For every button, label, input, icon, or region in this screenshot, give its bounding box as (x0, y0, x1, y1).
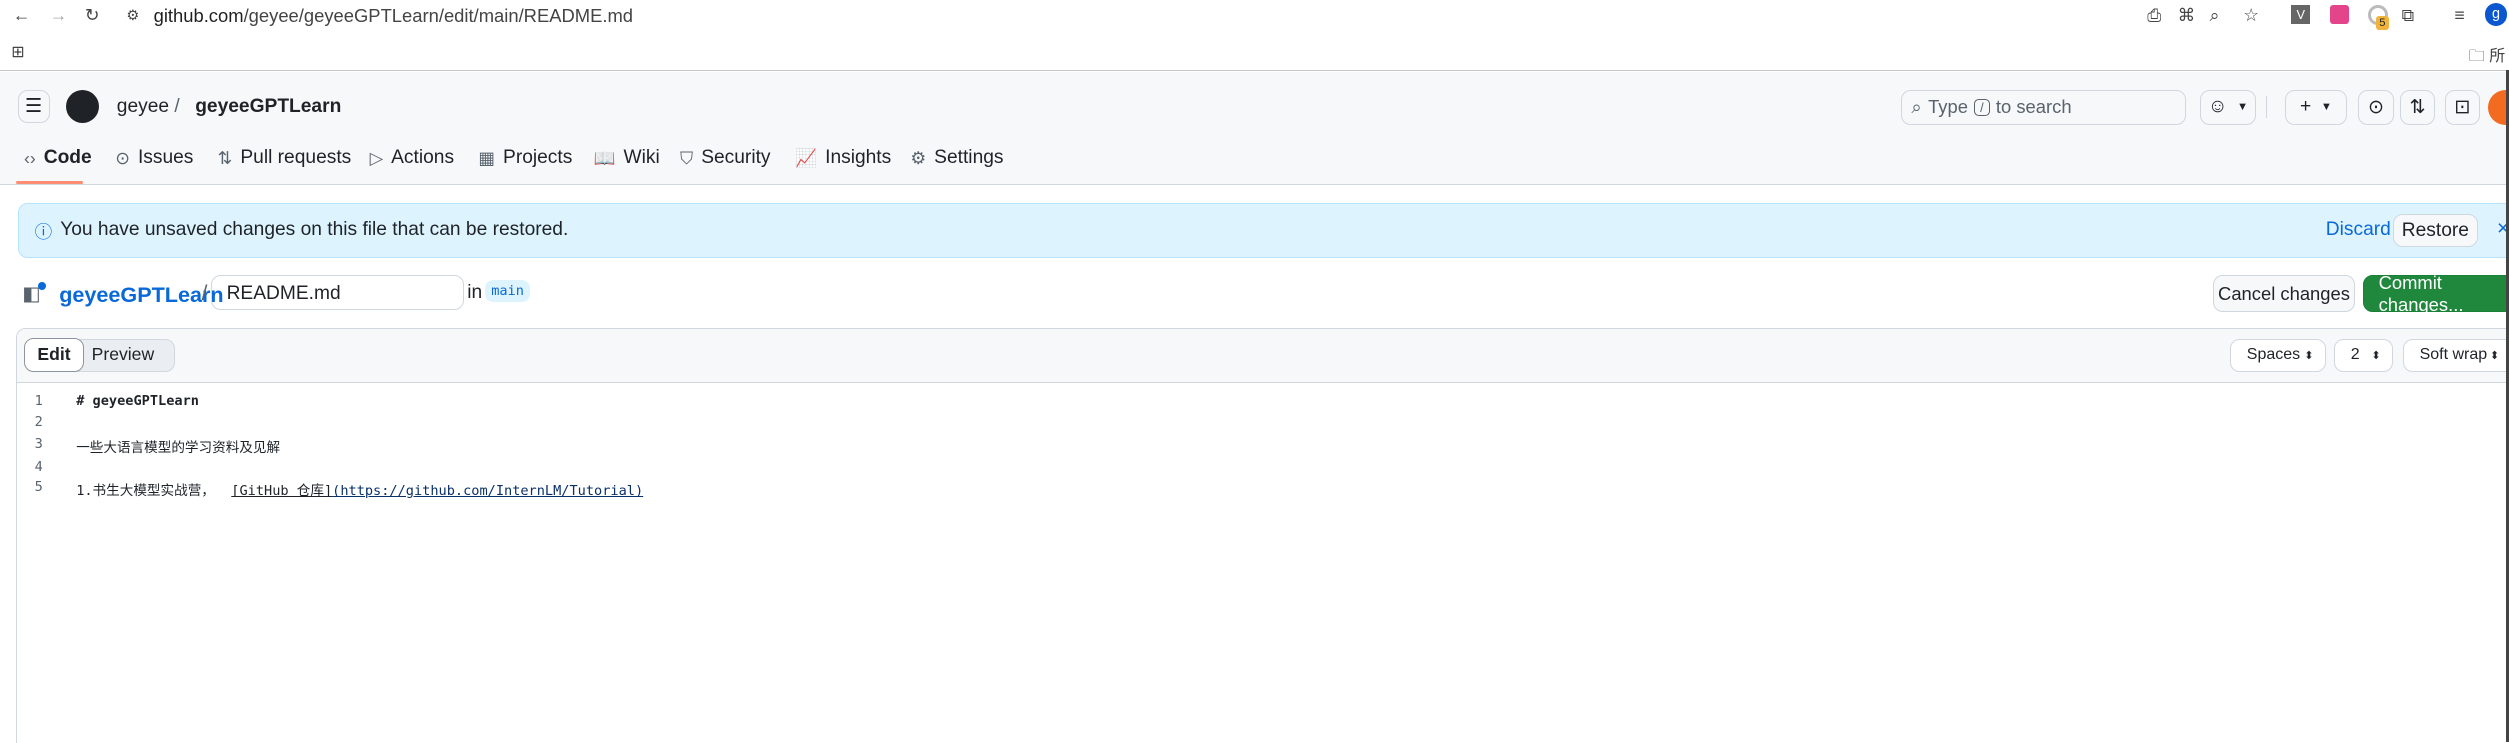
shield-icon: ⛉ (680, 147, 694, 168)
chevron-down-icon: ▼ (2320, 101, 2332, 114)
tab-settings[interactable]: ⚙ Settings (910, 147, 1003, 169)
info-icon: ⓘ (34, 221, 53, 242)
media-icon[interactable]: ≡ (2454, 5, 2464, 26)
filename-input[interactable]: README.md (211, 275, 464, 311)
tab-issues[interactable]: ⊙ Issues (115, 147, 193, 169)
back-icon[interactable]: ← (13, 5, 31, 26)
translate-icon[interactable]: ⌘ (2178, 5, 2196, 26)
tab-code[interactable]: ‹› Code (24, 147, 92, 169)
book-icon: 📖 (593, 147, 616, 168)
extension-translate-icon[interactable] (2329, 4, 2349, 24)
select-arrows-icon: ⬍ (2489, 349, 2500, 362)
search-icon: ⌕ (1911, 96, 1922, 118)
restore-button[interactable]: Restore (2392, 213, 2478, 248)
editor-toolbar: Edit Preview Spaces ⬍ 2 ⬍ Soft wrap ⬍ (17, 329, 2509, 383)
site-settings-icon[interactable]: ⚙ (126, 8, 139, 24)
indent-mode-select[interactable]: Spaces ⬍ (2229, 338, 2326, 373)
active-tab-underline (16, 180, 84, 184)
table-icon: ▦ (478, 147, 496, 168)
extensions-puzzle-icon[interactable]: ⧉ (2402, 5, 2415, 26)
pull-request-icon: ⇅ (217, 147, 233, 168)
search-input[interactable]: ⌕ Type / to search (1900, 89, 2186, 125)
forward-icon[interactable]: → (50, 5, 68, 26)
discard-link[interactable]: Discard (2326, 219, 2391, 241)
extension-badge: 5 (2376, 16, 2389, 31)
copilot-icon: ☺ (2207, 96, 2228, 118)
inbox-icon: ⊡ (2454, 97, 2471, 119)
select-arrows-icon: ⬍ (2371, 349, 2381, 362)
edit-tab[interactable]: Edit (24, 338, 84, 372)
in-label: in (467, 281, 483, 303)
graph-icon: 📈 (795, 147, 818, 168)
install-app-icon[interactable]: ⎙ (2147, 5, 2161, 26)
play-icon: ▷ (369, 147, 384, 168)
path-separator: / (174, 96, 180, 117)
pull-request-icon: ⇅ (2409, 97, 2426, 119)
line-number: 4 (34, 458, 43, 475)
preview-tab[interactable]: Preview (92, 344, 155, 365)
code-icon: ‹› (24, 147, 36, 168)
commit-changes-button[interactable]: Commit changes... (2363, 272, 2509, 315)
profile-avatar[interactable]: g (2484, 3, 2508, 26)
tab-actions[interactable]: ▷ Actions (370, 147, 454, 169)
banner-message: You have unsaved changes on this file th… (60, 218, 569, 240)
repo-breadcrumb-link[interactable]: geyeeGPTLearn (59, 282, 223, 308)
tab-wiki[interactable]: 📖 Wiki (594, 147, 660, 169)
reload-icon[interactable]: ↻ (85, 5, 100, 26)
line-number: 1 (34, 393, 43, 409)
issue-icon: ⊙ (2367, 97, 2385, 119)
line-number: 3 (34, 436, 43, 453)
extension-v-icon[interactable]: V (2291, 4, 2311, 24)
code-editor: Edit Preview Spaces ⬍ 2 ⬍ Soft wrap ⬍ 1 # ge… (16, 328, 2509, 743)
code-line[interactable]: # geyeeGPTLearn (76, 393, 199, 409)
wrap-mode-select[interactable]: Soft wrap ⬍ (2402, 338, 2509, 373)
repo-link[interactable]: geyeeGPTLearn (195, 96, 341, 118)
tab-pull-requests[interactable]: ⇅ Pull requests (218, 147, 352, 169)
hamburger-icon: ☰ (24, 96, 43, 118)
inbox-button[interactable]: ⊡ (2444, 89, 2480, 125)
browser-toolbar: ← → ↻ ⚙ github.com/geyee/geyeeGPTLearn/e… (0, 0, 2509, 95)
edit-preview-toggle: Edit Preview (24, 338, 176, 373)
line-number: 5 (34, 479, 43, 496)
pull-requests-button[interactable]: ⇅ (2400, 89, 2436, 125)
indent-size-select[interactable]: 2 ⬍ (2333, 338, 2393, 373)
menu-button[interactable]: ☰ (17, 89, 50, 124)
plus-icon: + (2300, 96, 2312, 118)
divider (2265, 96, 2268, 119)
address-bar[interactable]: github.com/geyee/geyeeGPTLearn/edit/main… (154, 5, 633, 27)
branch-badge[interactable]: main (484, 280, 531, 303)
gear-icon: ⚙ (910, 147, 927, 168)
scrollbar[interactable] (2505, 70, 2509, 743)
tab-security[interactable]: ⛉ Security (680, 147, 771, 169)
github-header: ☰ geyee / geyeeGPTLearn ⌕ Type / to sear… (0, 72, 2509, 185)
select-arrows-icon: ⬍ (2304, 349, 2314, 362)
tab-projects[interactable]: ▦ Projects (478, 147, 572, 169)
cancel-changes-button[interactable]: Cancel changes (2212, 275, 2356, 312)
zoom-icon[interactable]: ⌕ (2210, 5, 2220, 26)
apps-grid-icon[interactable]: ⊞ (11, 42, 24, 62)
code-line[interactable]: 1.书生大模型实战营， [GitHub 仓库](https://github.c… (76, 479, 643, 499)
github-logo-icon[interactable] (65, 89, 100, 124)
breadcrumb-separator: / (201, 281, 208, 305)
owner-link[interactable]: geyee (117, 96, 169, 118)
tab-insights[interactable]: 📈 Insights (795, 147, 891, 169)
unsaved-changes-banner: ⓘ You have unsaved changes on this file … (17, 203, 2509, 258)
chevron-down-icon: ▼ (2237, 101, 2249, 114)
issue-icon: ⊙ (115, 147, 130, 168)
code-line[interactable]: 一些大语言模型的学习资料及见解 (76, 436, 280, 456)
bookmark-star-icon[interactable]: ☆ (2243, 5, 2259, 26)
issues-button[interactable]: ⊙ (2358, 89, 2394, 125)
create-new-button[interactable]: + ▼ (2284, 89, 2348, 125)
line-number: 2 (34, 413, 43, 430)
unsaved-dot (38, 281, 47, 290)
copilot-button[interactable]: ☺ ▼ (2200, 89, 2256, 125)
